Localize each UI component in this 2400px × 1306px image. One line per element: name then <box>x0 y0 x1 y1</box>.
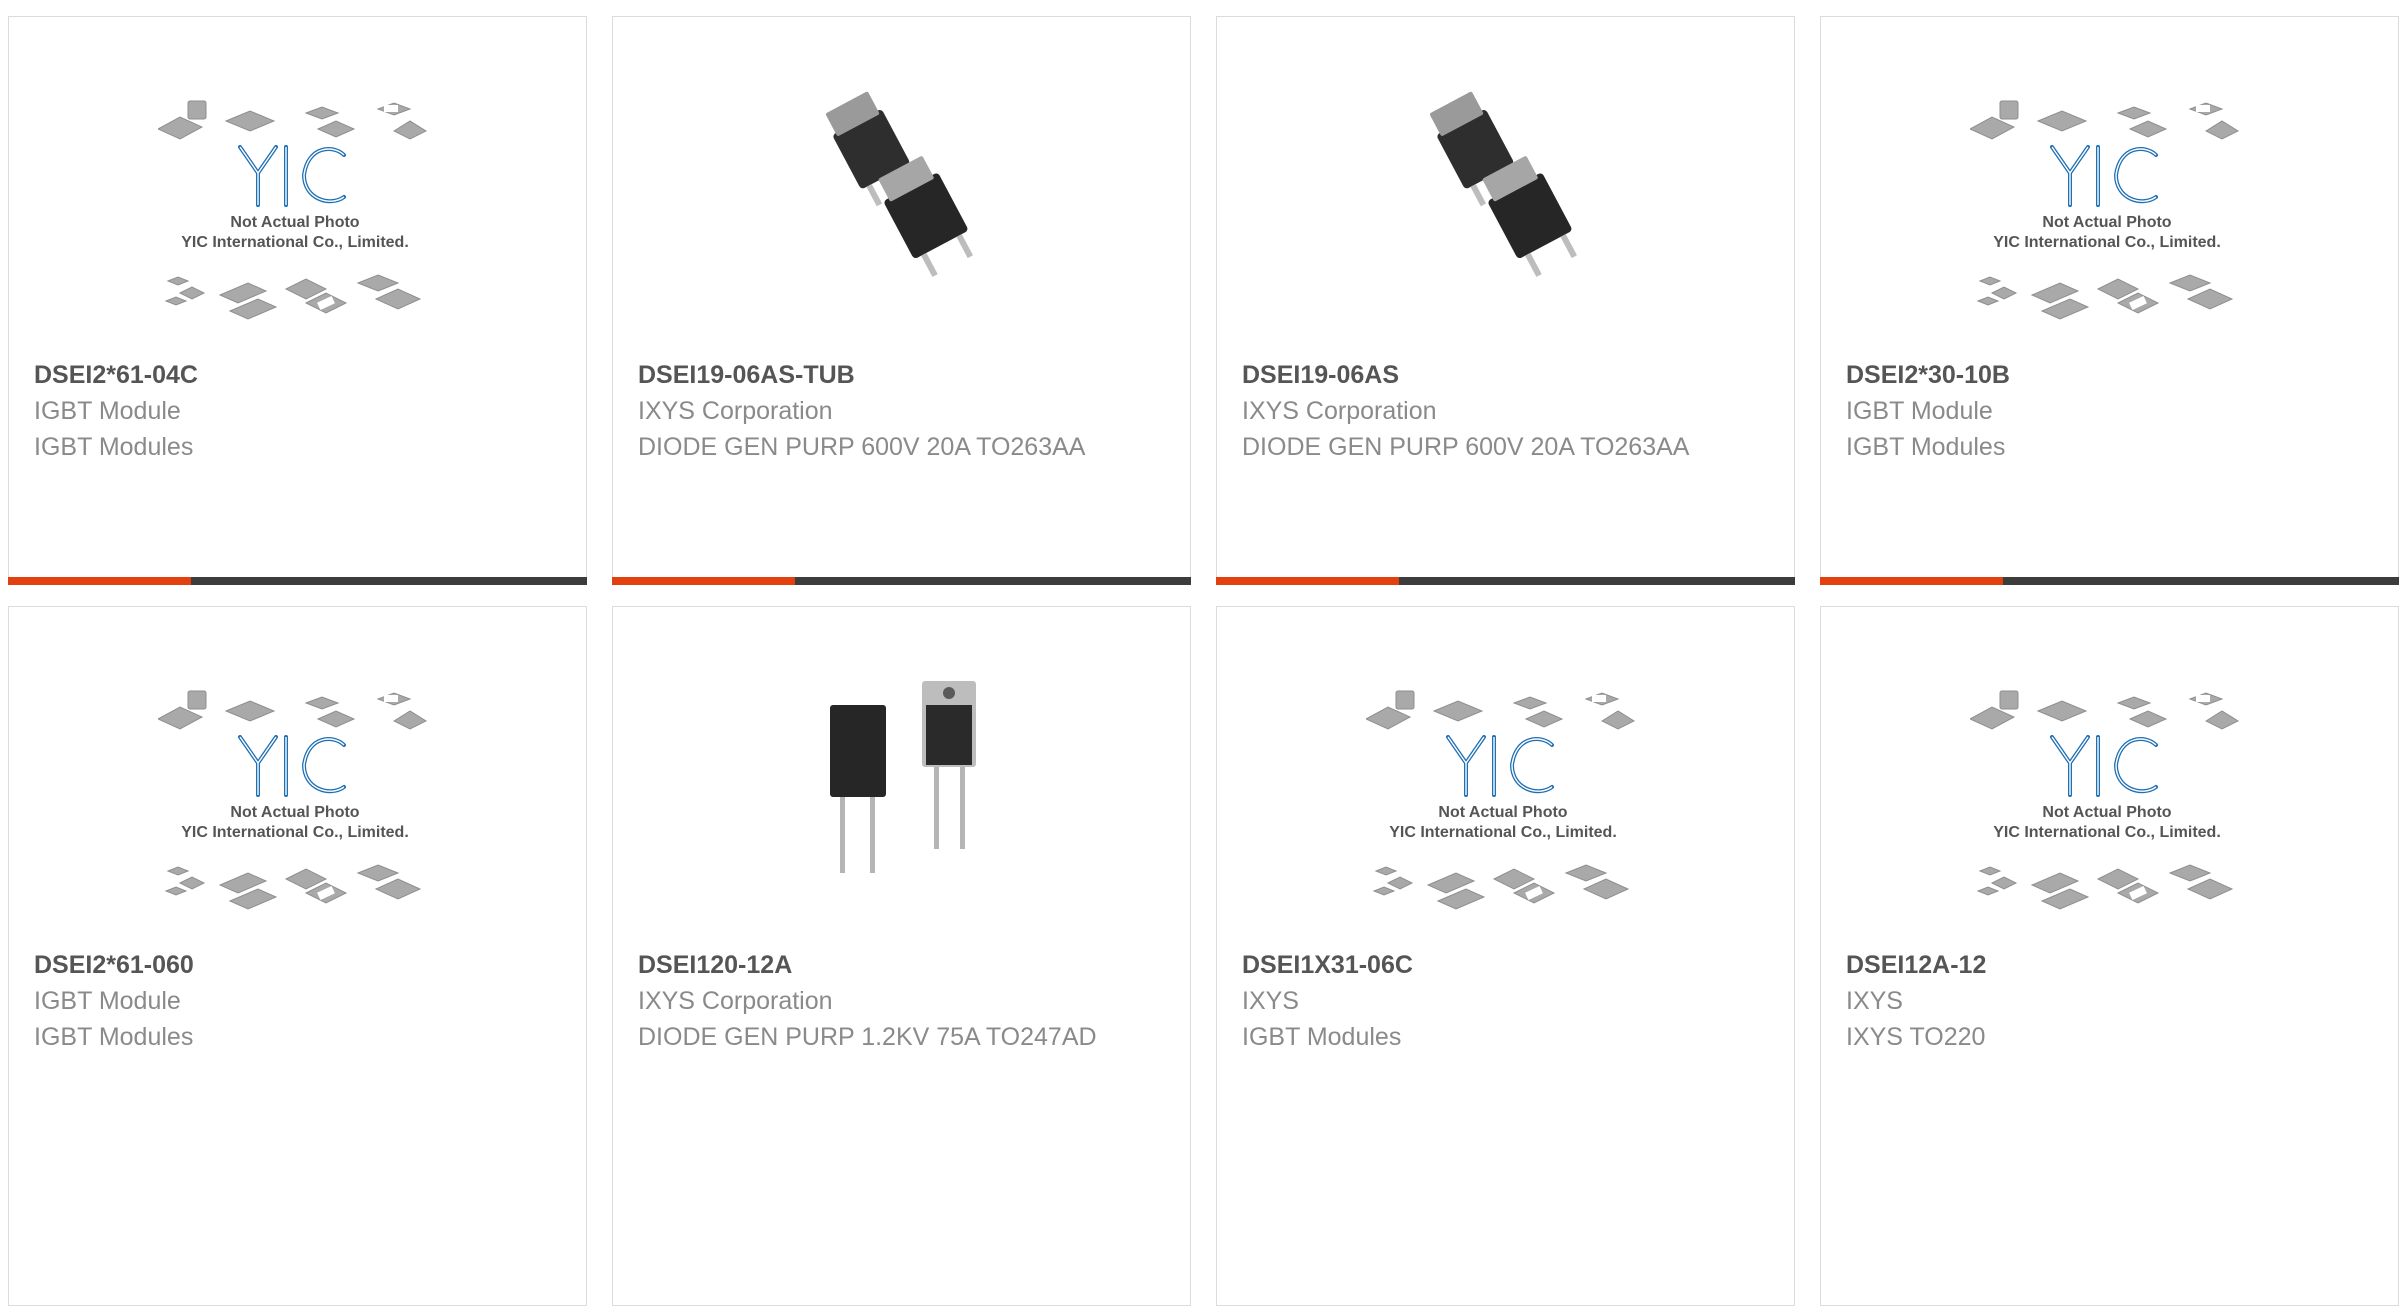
not-actual-photo-text: Not Actual Photo <box>2042 804 2171 821</box>
product-card[interactable]: DSEI19-06AS-TUB IXYS Corporation DIODE G… <box>612 16 1191 585</box>
part-number-link[interactable]: DSEI2*61-060 <box>34 947 566 983</box>
manufacturer-text: IXYS Corporation <box>638 987 833 1015</box>
product-info: DSEI19-06AS IXYS Corporation DIODE GEN P… <box>1242 357 1774 465</box>
yic-placeholder-icon[interactable]: Not Actual Photo YIC International Co., … <box>9 679 586 959</box>
accent-bar-segment <box>8 577 191 585</box>
manufacturer-text: IGBT Module <box>1846 397 1993 425</box>
product-card[interactable]: Not Actual Photo YIC International Co., … <box>8 606 587 1306</box>
yic-placeholder-icon[interactable]: Not Actual Photo YIC International Co., … <box>1821 679 2398 959</box>
part-number-link[interactable]: DSEI2*30-10B <box>1846 357 2378 393</box>
product-card[interactable]: Not Actual Photo YIC International Co., … <box>1820 16 2399 585</box>
manufacturer-text: IXYS <box>1846 987 1903 1015</box>
description-text: IGBT Modules <box>1846 433 2006 461</box>
dark-bar-segment <box>191 577 587 585</box>
not-actual-photo-text: Not Actual Photo <box>2042 214 2171 231</box>
yic-placeholder-icon[interactable]: Not Actual Photo YIC International Co., … <box>1217 679 1794 959</box>
yic-placeholder-icon[interactable]: Not Actual Photo YIC International Co., … <box>1821 89 2398 369</box>
yic-placeholder-icon[interactable]: Not Actual Photo YIC International Co., … <box>9 89 586 369</box>
manufacturer-text: IXYS <box>1242 987 1299 1015</box>
product-card[interactable]: Not Actual Photo YIC International Co., … <box>1820 606 2399 1306</box>
product-grid: Not Actual Photo YIC International Co., … <box>8 16 2399 585</box>
manufacturer-text: IGBT Module <box>34 987 181 1015</box>
accent-bar-segment <box>612 577 795 585</box>
not-actual-photo-text: Not Actual Photo <box>230 214 359 231</box>
description-text: DIODE GEN PURP 1.2KV 75A TO247AD <box>638 1023 1097 1051</box>
part-number-link[interactable]: DSEI19-06AS <box>1242 357 1774 393</box>
product-card[interactable]: DSEI120-12A IXYS Corporation DIODE GEN P… <box>612 606 1191 1306</box>
product-grid-row-2: Not Actual Photo YIC International Co., … <box>8 606 2399 1306</box>
part-number-link[interactable]: DSEI19-06AS-TUB <box>638 357 1170 393</box>
description-text: IGBT Modules <box>1242 1023 1402 1051</box>
to263-package-icon[interactable] <box>613 89 1190 369</box>
product-info: DSEI2*30-10B IGBT Module IGBT Modules <box>1846 357 2378 465</box>
part-number-link[interactable]: DSEI1X31-06C <box>1242 947 1774 983</box>
accent-bar-segment <box>1216 577 1399 585</box>
product-info: DSEI1X31-06C IXYS IGBT Modules <box>1242 947 1774 1055</box>
to247-package-icon[interactable] <box>613 679 1190 959</box>
not-actual-photo-text: Not Actual Photo <box>1438 804 1567 821</box>
manufacturer-text: IGBT Module <box>34 397 181 425</box>
part-number-link[interactable]: DSEI12A-12 <box>1846 947 2378 983</box>
dark-bar-segment <box>795 577 1191 585</box>
description-text: IGBT Modules <box>34 433 194 461</box>
dark-bar-segment <box>2003 577 2399 585</box>
product-info: DSEI2*61-060 IGBT Module IGBT Modules <box>34 947 566 1055</box>
manufacturer-text: IXYS Corporation <box>1242 397 1437 425</box>
part-number-link[interactable]: DSEI2*61-04C <box>34 357 566 393</box>
part-number-link[interactable]: DSEI120-12A <box>638 947 1170 983</box>
card-bottom-bar <box>1216 577 1795 585</box>
card-bottom-bar <box>8 577 587 585</box>
company-name-text: YIC International Co., Limited. <box>181 824 409 841</box>
description-text: DIODE GEN PURP 600V 20A TO263AA <box>638 433 1086 461</box>
product-card[interactable]: Not Actual Photo YIC International Co., … <box>1216 606 1795 1306</box>
description-text: IXYS TO220 <box>1846 1023 1986 1051</box>
product-card[interactable]: Not Actual Photo YIC International Co., … <box>8 16 587 585</box>
description-text: IGBT Modules <box>34 1023 194 1051</box>
card-bottom-bar <box>612 577 1191 585</box>
accent-bar-segment <box>1820 577 2003 585</box>
to263-package-icon[interactable] <box>1217 89 1794 369</box>
not-actual-photo-text: Not Actual Photo <box>230 804 359 821</box>
manufacturer-text: IXYS Corporation <box>638 397 833 425</box>
description-text: DIODE GEN PURP 600V 20A TO263AA <box>1242 433 1690 461</box>
company-name-text: YIC International Co., Limited. <box>1993 824 2221 841</box>
company-name-text: YIC International Co., Limited. <box>1389 824 1617 841</box>
product-info: DSEI12A-12 IXYS IXYS TO220 <box>1846 947 2378 1055</box>
company-name-text: YIC International Co., Limited. <box>1993 234 2221 251</box>
dark-bar-segment <box>1399 577 1795 585</box>
product-info: DSEI2*61-04C IGBT Module IGBT Modules <box>34 357 566 465</box>
product-info: DSEI19-06AS-TUB IXYS Corporation DIODE G… <box>638 357 1170 465</box>
card-bottom-bar <box>1820 577 2399 585</box>
product-info: DSEI120-12A IXYS Corporation DIODE GEN P… <box>638 947 1170 1055</box>
company-name-text: YIC International Co., Limited. <box>181 234 409 251</box>
product-card[interactable]: DSEI19-06AS IXYS Corporation DIODE GEN P… <box>1216 16 1795 585</box>
